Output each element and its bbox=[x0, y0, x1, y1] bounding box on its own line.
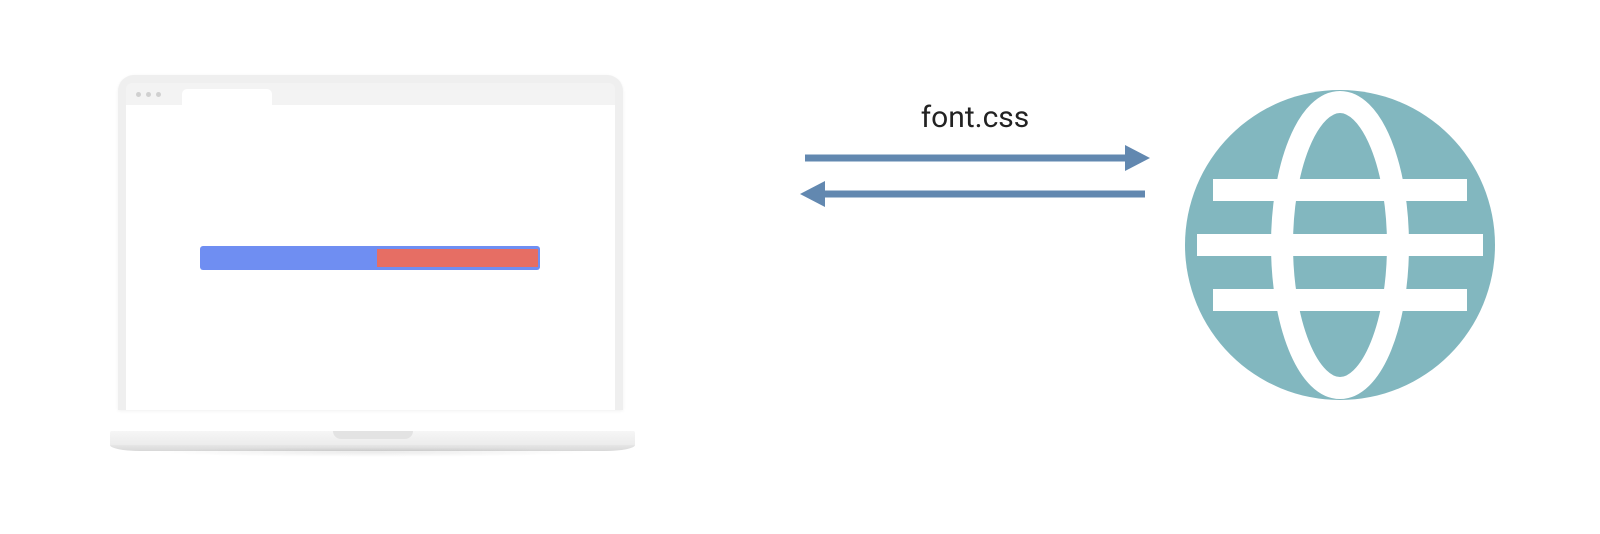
arrow-right-icon bbox=[800, 143, 1150, 173]
laptop-screen-frame bbox=[118, 75, 623, 410]
browser-chrome-bar bbox=[126, 83, 615, 105]
browser-tab bbox=[182, 89, 272, 105]
arrow-left-icon bbox=[800, 179, 1150, 209]
browser-tab-bar bbox=[182, 89, 272, 105]
request-response-arrows: font.css bbox=[800, 100, 1150, 209]
traffic-light-dot bbox=[156, 92, 161, 97]
laptop-base bbox=[110, 431, 635, 455]
laptop-illustration bbox=[110, 75, 630, 455]
loading-bar-fill bbox=[377, 249, 538, 267]
traffic-light-dot bbox=[146, 92, 151, 97]
browser-viewport bbox=[126, 105, 615, 410]
loading-bar bbox=[200, 246, 540, 270]
request-label: font.css bbox=[800, 100, 1150, 135]
traffic-light-dot bbox=[136, 92, 141, 97]
globe-icon bbox=[1180, 85, 1500, 405]
